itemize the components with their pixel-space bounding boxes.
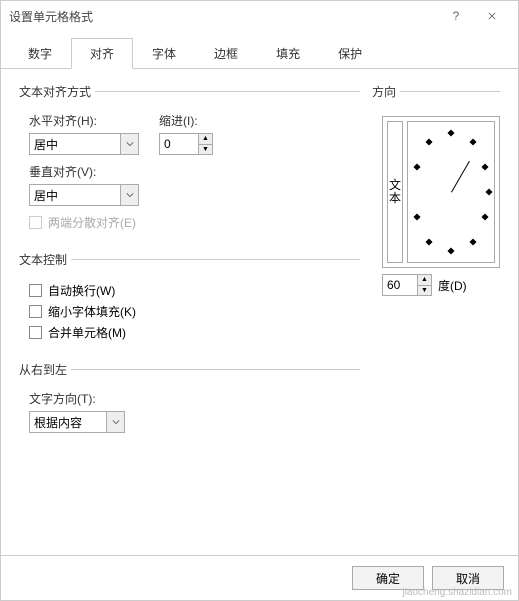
tab-border[interactable]: 边框 xyxy=(195,38,257,69)
shrink-fit-label: 缩小字体填充(K) xyxy=(48,303,136,320)
left-column: 文本对齐方式 水平对齐(H): 缩进(I): xyxy=(19,83,360,545)
group-rtl: 从右到左 文字方向(T): xyxy=(19,361,360,437)
window-title: 设置单元格格式 xyxy=(9,8,438,25)
tabstrip: 数字 对齐 字体 边框 填充 保护 xyxy=(1,37,518,69)
chevron-down-icon xyxy=(126,140,134,148)
titlebar: 设置单元格格式 ? xyxy=(1,1,518,31)
checkbox-icon xyxy=(29,326,42,339)
orientation-control[interactable]: 文 本 xyxy=(382,116,500,268)
text-direction-combo[interactable] xyxy=(29,411,125,433)
text-direction-label: 文字方向(T): xyxy=(29,390,360,407)
checkbox-icon xyxy=(29,216,42,229)
tab-protection[interactable]: 保护 xyxy=(319,38,381,69)
text-direction-input[interactable] xyxy=(29,411,107,433)
chevron-down-icon xyxy=(126,191,134,199)
degree-spinner[interactable]: ▲ ▼ xyxy=(382,274,432,296)
group-text-control-label: 文本控制 xyxy=(19,251,71,268)
indent-down-button[interactable]: ▼ xyxy=(199,144,213,156)
group-text-control: 文本控制 自动换行(W) 缩小字体填充(K) 合并单元格(M) xyxy=(19,251,360,349)
h-align-input[interactable] xyxy=(29,133,121,155)
indent-input[interactable] xyxy=(159,133,199,155)
h-align-label: 水平对齐(H): xyxy=(29,112,139,129)
h-align-combo[interactable] xyxy=(29,133,139,155)
help-button[interactable]: ? xyxy=(438,1,474,31)
indent-label: 缩进(I): xyxy=(159,112,213,129)
v-align-label: 垂直对齐(V): xyxy=(29,163,360,180)
degree-label: 度(D) xyxy=(438,277,467,294)
group-orientation-label: 方向 xyxy=(372,83,400,100)
dial-line xyxy=(451,161,470,193)
dialog-footer: 确定 取消 xyxy=(1,555,518,600)
checkbox-icon xyxy=(29,284,42,297)
ok-button[interactable]: 确定 xyxy=(352,566,424,590)
text-direction-dropdown-button[interactable] xyxy=(107,411,125,433)
justify-distributed-label: 两端分散对齐(E) xyxy=(48,214,136,231)
degree-up-button[interactable]: ▲ xyxy=(418,274,432,285)
degree-input[interactable] xyxy=(382,274,418,296)
vertical-text-button[interactable]: 文 本 xyxy=(387,121,403,263)
close-button[interactable] xyxy=(474,1,510,31)
v-align-dropdown-button[interactable] xyxy=(121,184,139,206)
tab-number[interactable]: 数字 xyxy=(9,38,71,69)
group-rtl-label: 从右到左 xyxy=(19,361,71,378)
indent-spinner[interactable]: ▲ ▼ xyxy=(159,133,213,155)
v-align-combo[interactable] xyxy=(29,184,139,206)
right-column: 方向 文 本 xyxy=(372,83,500,545)
cancel-button[interactable]: 取消 xyxy=(432,566,504,590)
wrap-text-check[interactable]: 自动换行(W) xyxy=(29,282,360,299)
tab-font[interactable]: 字体 xyxy=(133,38,195,69)
close-icon xyxy=(488,12,496,20)
merge-cells-check[interactable]: 合并单元格(M) xyxy=(29,324,360,341)
tab-alignment[interactable]: 对齐 xyxy=(71,38,133,69)
dialog-window: 设置单元格格式 ? 数字 对齐 字体 边框 填充 保护 文本对齐方式 水平对齐(… xyxy=(0,0,519,601)
degree-down-button[interactable]: ▼ xyxy=(418,285,432,297)
group-text-alignment: 文本对齐方式 水平对齐(H): 缩进(I): xyxy=(19,83,360,239)
dialog-body: 文本对齐方式 水平对齐(H): 缩进(I): xyxy=(1,69,518,555)
group-text-alignment-label: 文本对齐方式 xyxy=(19,83,95,100)
shrink-fit-check[interactable]: 缩小字体填充(K) xyxy=(29,303,360,320)
merge-cells-label: 合并单元格(M) xyxy=(48,324,126,341)
checkbox-icon xyxy=(29,305,42,318)
justify-distributed-check: 两端分散对齐(E) xyxy=(29,214,360,231)
group-orientation: 方向 文 本 xyxy=(372,83,500,300)
orientation-dial[interactable] xyxy=(407,121,495,263)
tab-fill[interactable]: 填充 xyxy=(257,38,319,69)
v-align-input[interactable] xyxy=(29,184,121,206)
h-align-dropdown-button[interactable] xyxy=(121,133,139,155)
wrap-text-label: 自动换行(W) xyxy=(48,282,115,299)
indent-up-button[interactable]: ▲ xyxy=(199,133,213,144)
chevron-down-icon xyxy=(112,418,120,426)
